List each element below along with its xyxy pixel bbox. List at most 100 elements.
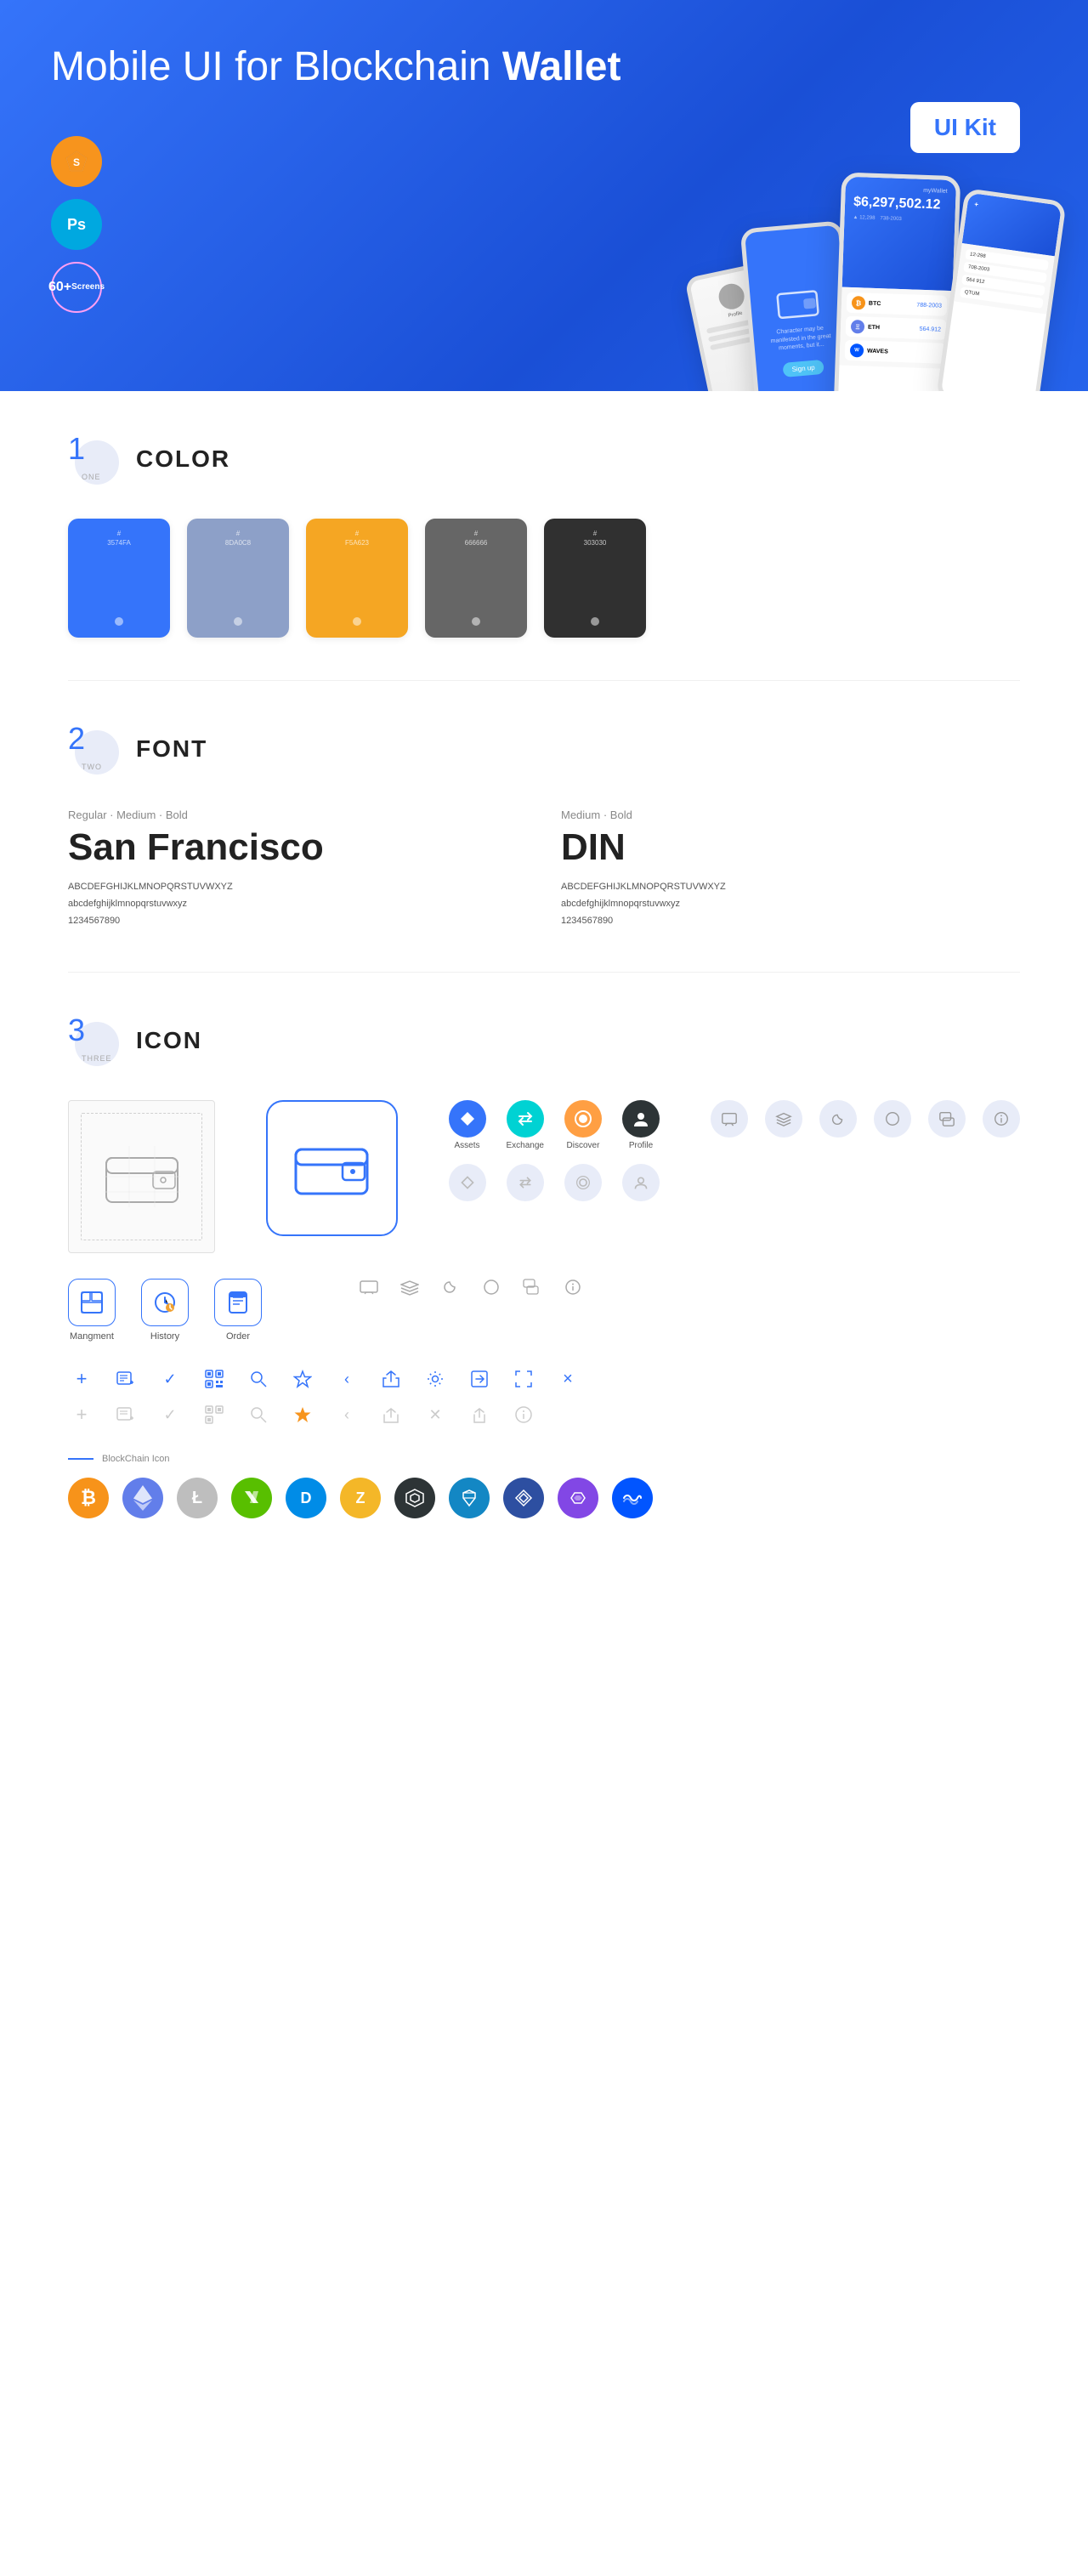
qr-icon — [201, 1365, 228, 1393]
font-din-style: Medium · Bold — [561, 809, 1020, 821]
chat-icon — [928, 1100, 966, 1138]
scan-icon — [510, 1365, 537, 1393]
hero-title-regular: Mobile UI for Blockchain — [51, 44, 502, 89]
waves-icon — [612, 1478, 653, 1518]
litecoin-icon: Ł — [177, 1478, 218, 1518]
color-section-num: 1 ONE — [68, 434, 119, 485]
circle-icon — [874, 1100, 911, 1138]
font-section-header: 2 TWO FONT — [68, 723, 1020, 775]
moon-small-icon — [437, 1279, 464, 1301]
back-gray-icon: ‹ — [333, 1401, 360, 1428]
blockchain-divider: BlockChain Icon — [68, 1454, 1020, 1464]
wallet-wireframe-icon — [104, 1146, 180, 1207]
icon-section-num: 3 THREE — [68, 1015, 119, 1066]
list-add-gray-icon — [112, 1401, 139, 1428]
icon-section: 3 THREE ICON — [68, 973, 1020, 1561]
nav-icon-assets: Assets — [449, 1100, 486, 1150]
assets-icon-outline — [449, 1164, 486, 1201]
color-swatches: #3574FA #8DA0C8 #F5A623 #666666 #303030 — [68, 519, 1020, 638]
font-sf-style: Regular · Medium · Bold — [68, 809, 527, 821]
icon-main-row: Assets Exchange Discover — [68, 1100, 1020, 1253]
hero-title: Mobile UI for Blockchain Wallet — [51, 43, 620, 92]
color-title: COLOR — [136, 445, 230, 473]
wallet-filled-icon — [293, 1138, 370, 1199]
utility-icons-row-2: + ✓ ‹ ✕ — [68, 1401, 1020, 1428]
crypto-icons-row: ₿ Ł D Z — [68, 1478, 1020, 1518]
management-label: Mangment — [70, 1331, 114, 1342]
exchange-icon — [507, 1100, 544, 1138]
font-din-chars: ABCDEFGHIJKLMNOPQRSTUVWXYZ abcdefghijklm… — [561, 879, 1020, 929]
discover-icon — [564, 1100, 602, 1138]
bitcoin-icon: ₿ — [68, 1478, 109, 1518]
plus-icon: + — [68, 1365, 95, 1393]
main-content: 1 ONE COLOR #3574FA #8DA0C8 #F5A623 — [0, 391, 1088, 1561]
ardor-icon — [503, 1478, 544, 1518]
font-title: FONT — [136, 735, 207, 763]
phone-mockups: Profile Character may be manifested in t… — [680, 183, 1062, 391]
nav-icons-row-2 — [449, 1164, 660, 1201]
font-block-sf: Regular · Medium · Bold San Francisco AB… — [68, 809, 527, 929]
qr-gray-icon — [201, 1401, 228, 1428]
neo-icon — [231, 1478, 272, 1518]
utility-icons-row-1: + ✓ ‹ — [68, 1365, 1020, 1393]
color-swatch-orange: #F5A623 — [306, 519, 408, 638]
blockchain-label: BlockChain Icon — [102, 1454, 170, 1464]
order-label: Order — [226, 1331, 250, 1342]
sketch-badge: S — [51, 136, 102, 187]
profile-icon — [622, 1100, 660, 1138]
back-icon: ‹ — [333, 1365, 360, 1393]
blockchain-line — [68, 1458, 94, 1460]
layers-icon — [765, 1100, 802, 1138]
list-add-icon — [112, 1365, 139, 1393]
app-icon-order: Order — [214, 1279, 262, 1342]
misc-icon-cols — [355, 1279, 586, 1301]
discover-icon-outline — [564, 1164, 602, 1201]
assets-icon — [449, 1100, 486, 1138]
font-sf-chars: ABCDEFGHIJKLMNOPQRSTUVWXYZ abcdefghijklm… — [68, 879, 527, 929]
nav-icons-row-1: Assets Exchange Discover — [449, 1100, 660, 1150]
color-swatch-slate: #8DA0C8 — [187, 519, 289, 638]
info-small-icon — [559, 1279, 586, 1301]
polygon-icon — [558, 1478, 598, 1518]
profile-icon-outline — [622, 1164, 660, 1201]
star-filled-icon — [289, 1401, 316, 1428]
color-swatch-gray: #666666 — [425, 519, 527, 638]
dash-icon: D — [286, 1478, 326, 1518]
font-section-num: 2 TWO — [68, 723, 119, 775]
history-label: History — [150, 1331, 179, 1342]
hero-title-bold: Wallet — [502, 44, 621, 89]
color-section-header: 1 ONE COLOR — [68, 434, 1020, 485]
info-icon — [983, 1100, 1020, 1138]
share-icon — [377, 1365, 405, 1393]
message-small-icon — [355, 1279, 382, 1301]
settings-icon — [422, 1365, 449, 1393]
font-grid: Regular · Medium · Bold San Francisco AB… — [68, 809, 1020, 929]
svg-text:S: S — [73, 156, 80, 168]
ps-label: Ps — [67, 216, 86, 234]
exchange-icon-outline — [507, 1164, 544, 1201]
tool-badges: S Ps 60+ Screens — [51, 136, 102, 313]
chat-small-icon — [518, 1279, 546, 1301]
message-icon — [711, 1100, 748, 1138]
check-icon: ✓ — [156, 1365, 184, 1393]
dot-small-icon — [478, 1279, 505, 1301]
share-gray-icon — [377, 1401, 405, 1428]
misc-icons-group — [711, 1100, 1020, 1138]
star-icon — [289, 1365, 316, 1393]
icon-wireframe — [68, 1100, 215, 1253]
misc-icons-row-1 — [711, 1100, 1020, 1138]
misc-icons-col-1 — [355, 1279, 586, 1301]
font-din-name: DIN — [561, 826, 1020, 869]
app-icon-history: History — [141, 1279, 189, 1342]
color-swatch-blue: #3574FA — [68, 519, 170, 638]
close-gray-icon: ✕ — [422, 1401, 449, 1428]
nav-icon-exchange: Exchange — [507, 1100, 544, 1150]
nav-icon-profile: Profile — [622, 1100, 660, 1150]
icon-wallet-filled — [266, 1100, 397, 1236]
close-icon: × — [554, 1365, 581, 1393]
search-icon — [245, 1365, 272, 1393]
info-circle-gray-icon — [510, 1401, 537, 1428]
font-block-din: Medium · Bold DIN ABCDEFGHIJKLMNOPQRSTUV… — [561, 809, 1020, 929]
ethereum-icon — [122, 1478, 163, 1518]
stratis-icon — [449, 1478, 490, 1518]
